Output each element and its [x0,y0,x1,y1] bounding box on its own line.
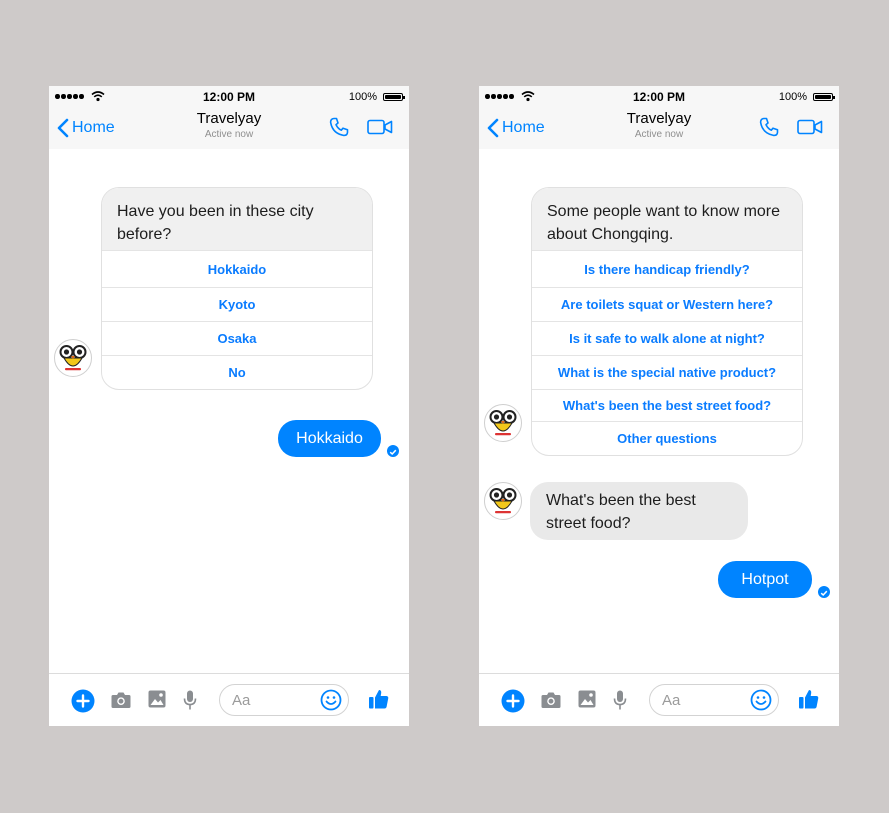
phone-icon[interactable] [758,116,780,138]
status-bar: 12:00 PM 100% [49,86,409,108]
message-composer: Aa [479,673,839,726]
quick-reply-option[interactable]: Is there handicap friendly? [532,250,802,287]
active-status: Active now [204,129,254,140]
owl-avatar-icon [489,410,517,436]
message-input[interactable]: Aa [219,684,349,716]
quick-reply-card: Have you been in these city before? Hokk… [101,187,373,390]
phone-icon[interactable] [328,116,350,138]
owl-avatar-icon [59,345,87,371]
sent-message: Hokkaido [278,420,381,457]
image-icon[interactable] [578,690,596,708]
chat-screen-left: 12:00 PM 100% Home Travelyay Active now … [49,86,409,726]
quick-reply-option[interactable]: What is the special native product? [532,355,802,389]
thumbs-up-icon[interactable] [368,688,390,710]
emoji-icon[interactable] [320,689,342,711]
status-bar: 12:00 PM 100% [479,86,839,108]
quick-reply-option[interactable]: Kyoto [102,287,372,321]
quick-reply-option[interactable]: Osaka [102,321,372,355]
camera-icon[interactable] [111,691,131,709]
battery-icon [813,93,835,101]
bot-question: Some people want to know more about Chon… [532,188,802,250]
nav-bar: Home Travelyay Active now [479,108,839,149]
bot-question: Have you been in these city before? [102,188,372,250]
quick-reply-option[interactable]: Is it safe to walk alone at night? [532,321,802,355]
video-camera-icon[interactable] [367,119,393,135]
emoji-icon[interactable] [750,689,772,711]
owl-avatar-icon [489,488,517,514]
plus-icon[interactable] [501,689,525,713]
quick-reply-option[interactable]: What's been the best street food? [532,389,802,421]
microphone-icon[interactable] [613,690,627,711]
image-icon[interactable] [148,690,166,708]
active-status: Active now [634,129,684,140]
chat-screen-right: 12:00 PM 100% Home Travelyay Active now … [479,86,839,726]
video-camera-icon[interactable] [797,119,823,135]
check-icon [818,586,830,598]
bot-avatar[interactable] [484,482,522,520]
quick-reply-option[interactable]: Hokkaido [102,250,372,287]
conversation-title: Travelyay [626,110,692,127]
thumbs-up-icon[interactable] [798,688,820,710]
quick-reply-option[interactable]: Are toilets squat or Western here? [532,287,802,321]
received-message: What's been the best street food? [530,482,748,540]
input-placeholder: Aa [662,692,681,709]
bot-avatar[interactable] [54,339,92,377]
camera-icon[interactable] [541,691,561,709]
message-composer: Aa [49,673,409,726]
battery-percent: 100% [778,91,807,103]
battery-percent: 100% [348,91,377,103]
check-icon [387,445,399,457]
input-placeholder: Aa [232,692,251,709]
plus-icon[interactable] [71,689,95,713]
bot-avatar[interactable] [484,404,522,442]
quick-reply-option[interactable]: No [102,355,372,389]
message-input[interactable]: Aa [649,684,779,716]
quick-reply-card: Some people want to know more about Chon… [531,187,803,456]
microphone-icon[interactable] [183,690,197,711]
conversation-title: Travelyay [196,110,262,127]
battery-icon [383,93,405,101]
sent-message: Hotpot [718,561,812,598]
quick-reply-option[interactable]: Other questions [532,421,802,455]
nav-bar: Home Travelyay Active now [49,108,409,149]
